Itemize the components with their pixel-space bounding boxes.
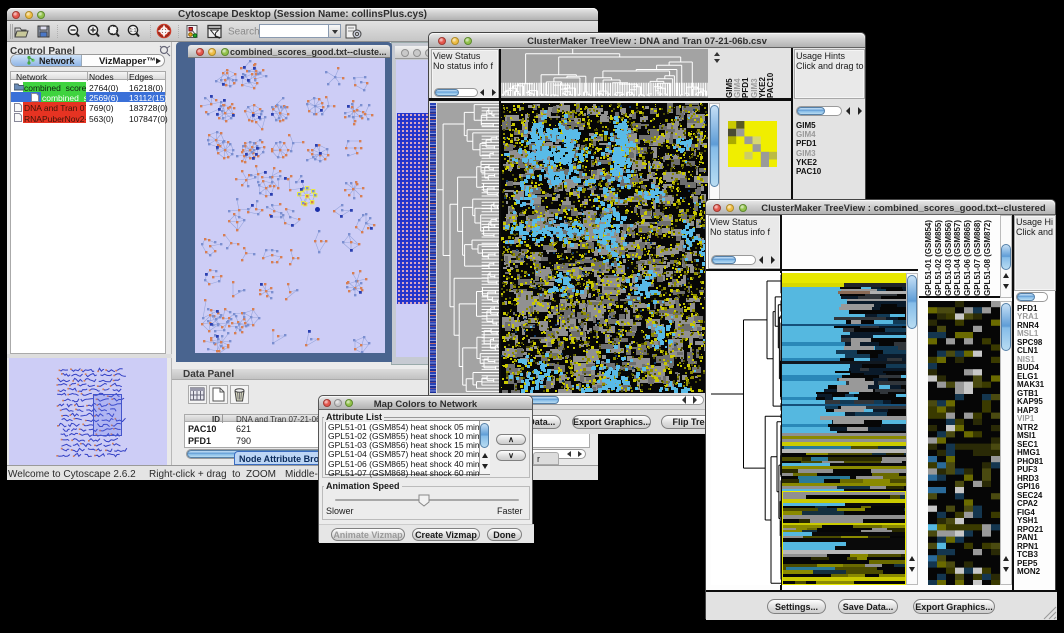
svg-text:1:1: 1:1 — [130, 28, 137, 34]
svg-text:Search:: Search: — [228, 27, 262, 38]
